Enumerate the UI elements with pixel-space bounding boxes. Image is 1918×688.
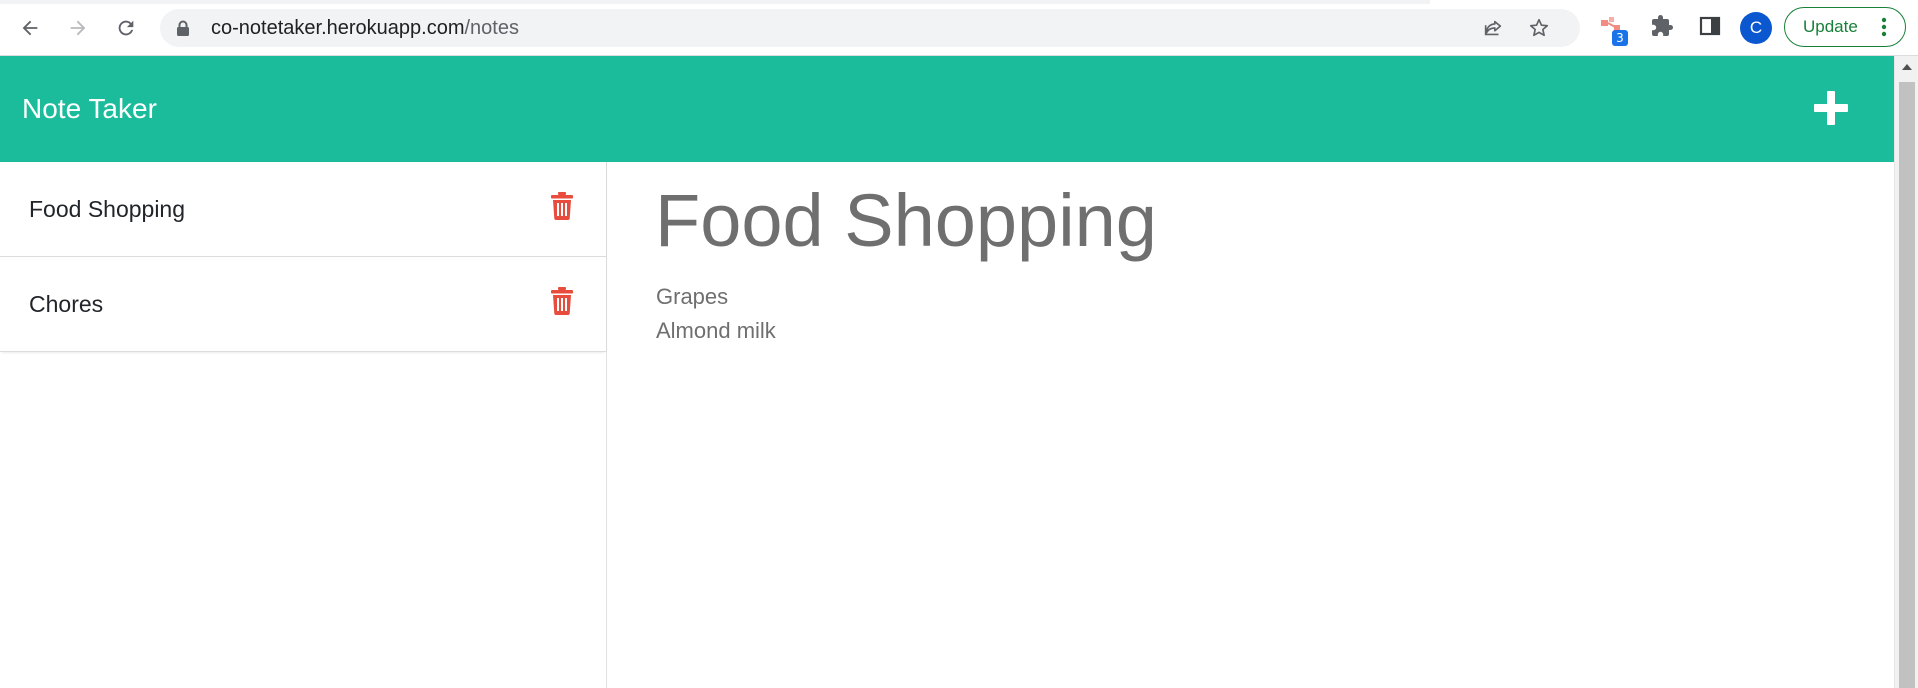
tab-strip: [0, 0, 1430, 4]
note-list-title: Food Shopping: [29, 196, 186, 222]
brand-title[interactable]: Note Taker: [22, 56, 157, 162]
puzzle-icon[interactable]: [1650, 14, 1674, 38]
update-button[interactable]: Update: [1784, 7, 1906, 47]
trash-icon[interactable]: [551, 192, 573, 220]
notes-sidebar: Food Shopping Chores: [0, 162, 607, 688]
back-button[interactable]: [13, 11, 47, 45]
update-label: Update: [1803, 17, 1858, 36]
url-path: /notes: [464, 17, 519, 39]
note-text-line: Grapes: [656, 284, 729, 309]
reload-icon: [118, 20, 134, 36]
list-item-note[interactable]: Food Shopping: [0, 162, 606, 257]
page-scrollbar[interactable]: [1894, 56, 1918, 688]
reload-button[interactable]: [109, 11, 143, 45]
url-host: co-notetaker.herokuapp.com: [211, 17, 465, 39]
scroll-up-arrow-icon[interactable]: [1901, 63, 1913, 71]
browser-toolbar: co-notetaker.herokuapp.com/notes 3 C Upd…: [0, 0, 1918, 56]
side-panel-icon[interactable]: [1698, 14, 1722, 38]
plus-icon: [1814, 91, 1848, 125]
back-arrow-icon: [22, 20, 38, 36]
extension-badge: 3: [1612, 30, 1628, 46]
kebab-menu-icon: [1881, 17, 1887, 37]
lock-icon: [177, 20, 189, 36]
note-list: Food Shopping Chores: [0, 162, 606, 352]
forward-arrow-icon: [70, 20, 86, 36]
star-icon[interactable]: [1528, 17, 1550, 39]
scrollbar-thumb[interactable]: [1899, 82, 1915, 688]
forward-button[interactable]: [61, 11, 95, 45]
note-list-title: Chores: [29, 291, 104, 317]
app-navbar: Note Taker: [0, 56, 1894, 162]
share-icon[interactable]: [1482, 17, 1504, 39]
note-text-area[interactable]: Grapes Almond milk: [656, 280, 776, 348]
note-text-line: Almond milk: [656, 318, 776, 343]
note-title-input[interactable]: Food Shopping: [655, 182, 1855, 262]
url-text: co-notetaker.herokuapp.com/notes: [211, 9, 519, 47]
new-note-button[interactable]: [1812, 89, 1850, 127]
profile-avatar[interactable]: C: [1740, 12, 1772, 44]
address-bar[interactable]: co-notetaker.herokuapp.com/notes: [160, 9, 1580, 47]
note-editor: Food Shopping Grapes Almond milk: [607, 162, 1894, 688]
list-item-note[interactable]: Chores: [0, 257, 606, 352]
trash-icon[interactable]: [551, 287, 573, 315]
